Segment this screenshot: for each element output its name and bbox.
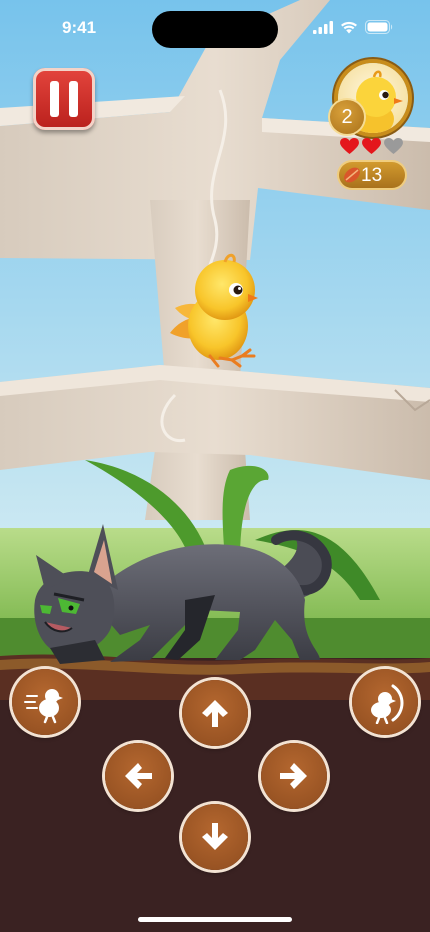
dash-button[interactable] <box>12 669 78 735</box>
seed-counter: 13 <box>339 162 405 188</box>
lives-hearts <box>340 138 403 155</box>
down-button[interactable] <box>182 804 248 870</box>
seed-icon <box>344 167 360 183</box>
arrow-up-icon <box>202 700 228 727</box>
status-icons <box>313 20 394 34</box>
arrow-right-icon <box>280 763 307 789</box>
dynamic-island <box>152 11 278 48</box>
status-time: 9:41 <box>62 18 97 37</box>
game-screen: 9:41 2 13 <box>0 0 430 932</box>
signal-icon <box>313 20 333 34</box>
pause-button[interactable] <box>33 68 95 130</box>
seed-count: 13 <box>361 165 383 186</box>
level-badge: 2 <box>330 100 364 134</box>
chick-dash-icon <box>24 689 63 724</box>
right-button[interactable] <box>261 743 327 809</box>
home-indicator <box>138 917 292 922</box>
wifi-icon <box>341 21 357 33</box>
chick-flap-icon <box>371 684 404 724</box>
status-bar: 9:41 <box>0 0 430 56</box>
flap-button[interactable] <box>352 669 418 735</box>
battery-icon <box>365 20 393 34</box>
up-button[interactable] <box>182 680 248 746</box>
left-button[interactable] <box>105 743 171 809</box>
heart-full-icon <box>362 138 381 155</box>
heart-empty-icon <box>384 138 403 155</box>
arrow-down-icon <box>202 823 228 850</box>
arrow-left-icon <box>125 763 152 789</box>
heart-full-icon <box>340 138 359 155</box>
controls-panel <box>0 660 430 932</box>
